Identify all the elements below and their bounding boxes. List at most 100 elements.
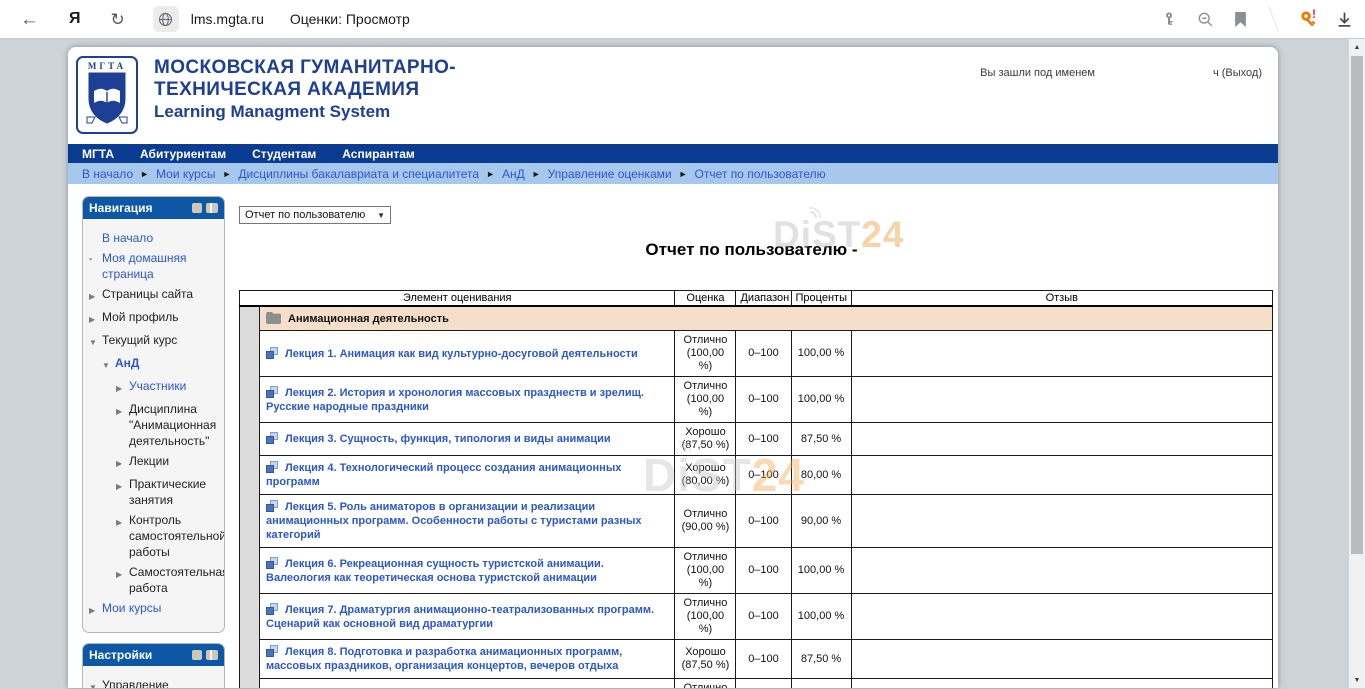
grade-item-link[interactable]: Лекция 7. Драматургия анимационно-театра… bbox=[266, 604, 654, 630]
feedback-cell bbox=[851, 548, 1272, 594]
lesson-icon bbox=[266, 688, 278, 689]
settings-block-title: Настройки bbox=[89, 648, 152, 662]
scroll-up-button[interactable]: ▲ bbox=[1349, 39, 1365, 55]
sidebar-item-discipline[interactable]: ▶Дисциплина "Анимационная деятельность" bbox=[89, 401, 220, 449]
sidebar-item-participants[interactable]: ▶Участники bbox=[89, 378, 220, 397]
feedback-cell bbox=[851, 495, 1272, 548]
sidebar-item-practice[interactable]: ▶Практические занятия bbox=[89, 476, 220, 508]
academy-crest-icon bbox=[85, 71, 129, 125]
grade-item-link[interactable]: Лекция 6. Рекреационная сущность туристс… bbox=[266, 558, 604, 584]
lesson-icon bbox=[266, 347, 278, 359]
grade-item-link[interactable]: Лекция 2. История и хронология массовых … bbox=[266, 387, 644, 413]
grade-item-link[interactable]: Лекция 5. Роль аниматоров в организации … bbox=[266, 501, 642, 541]
back-icon[interactable]: ← bbox=[20, 10, 39, 29]
academy-logo[interactable]: МГТА bbox=[76, 56, 138, 134]
navbar-item-aspirantam[interactable]: Аспирантам bbox=[342, 147, 415, 161]
sidebar-item-lectures[interactable]: ▶Лекции bbox=[89, 453, 220, 472]
sidebar-item-self-control[interactable]: ▶Контроль самостоятельной работы bbox=[89, 512, 220, 560]
sidebar-item-site-pages[interactable]: ▶Страницы сайта bbox=[89, 286, 220, 305]
password-key-icon[interactable] bbox=[1161, 11, 1177, 27]
bookmark-icon[interactable] bbox=[1234, 12, 1247, 27]
range-cell: 0–100 bbox=[736, 495, 791, 548]
grade-item-link[interactable]: Лекция 4. Технологический процесс создан… bbox=[266, 462, 621, 488]
address-url[interactable]: lms.mgta.ru bbox=[191, 11, 264, 27]
sidebar-item-label: Текущий курс bbox=[102, 332, 177, 351]
sidebar-item-label: В начало bbox=[102, 230, 153, 246]
grade-cell: Хорошо(80,00 %) bbox=[675, 456, 736, 495]
table-row: Лекция 4. Технологический процесс создан… bbox=[240, 456, 1273, 495]
navbar-item-studentam[interactable]: Студентам bbox=[252, 147, 316, 161]
breadcrumb-home[interactable]: В начало bbox=[82, 167, 133, 181]
range-cell: 0–100 bbox=[736, 594, 791, 640]
breadcrumb-disciplines[interactable]: Дисциплины бакалавриата и специалитета bbox=[238, 167, 479, 181]
sidebar-item-my-courses[interactable]: ▶Мои курсы bbox=[89, 600, 220, 619]
sidebar-item-and-course[interactable]: ▼АнД bbox=[89, 355, 220, 374]
indent-cell bbox=[240, 377, 260, 423]
chevron-right-icon: ▶ bbox=[89, 600, 102, 619]
settings-block-header: Настройки bbox=[83, 644, 224, 666]
sidebar-item-self-work[interactable]: ▶Самостоятельная работа bbox=[89, 564, 220, 596]
header-feedback: Отзыв bbox=[851, 291, 1272, 307]
navbar-item-abiturientam[interactable]: Абитуриентам bbox=[140, 147, 226, 161]
chevron-down-icon: ▼ bbox=[102, 355, 115, 374]
page-search-icon[interactable] bbox=[1197, 11, 1214, 28]
grade-cell: Отлично(90,00 %) bbox=[675, 495, 736, 548]
scrollbar-thumb[interactable] bbox=[1351, 56, 1363, 554]
breadcrumb-separator-icon: ► bbox=[532, 169, 541, 179]
table-row: Лекция 8. Подготовка и разработка анимац… bbox=[240, 640, 1273, 679]
watermark-signal-arcs bbox=[807, 206, 823, 218]
report-type-select[interactable]: Отчет по пользователю ▼ bbox=[239, 206, 391, 224]
breadcrumb-course[interactable]: АнД bbox=[502, 167, 525, 181]
sidebar-item-my-home[interactable]: ▪Моя домашняя страница bbox=[89, 250, 220, 282]
settings-block-body: ▼Управление оценками ▦Обзорный отчет ▦От… bbox=[83, 666, 224, 688]
scrollbar[interactable]: ▲ ▼ bbox=[1349, 39, 1365, 688]
academy-title-line2: ТЕХНИЧЕСКАЯ АКАДЕМИЯ bbox=[154, 79, 456, 101]
sidebar-item-label: Мои курсы bbox=[102, 600, 161, 619]
main-navbar: МГТА Абитуриентам Студентам Аспирантам bbox=[68, 144, 1278, 163]
percent-cell: 100,00 % bbox=[791, 377, 851, 423]
chevron-down-icon: ▼ bbox=[89, 677, 102, 688]
sidebar-item-label: Мой профиль bbox=[102, 309, 179, 328]
grade-item-link[interactable]: Лекция 8. Подготовка и разработка анимац… bbox=[266, 646, 622, 672]
header-percent: Проценты bbox=[791, 291, 851, 307]
site-globe-icon[interactable] bbox=[153, 6, 179, 32]
sidebar-item-my-profile[interactable]: ▶Мой профиль bbox=[89, 309, 220, 328]
grade-cell: Хорошо(87,50 %) bbox=[675, 640, 736, 679]
collapse-block-icon[interactable] bbox=[192, 650, 202, 660]
password-alert-icon[interactable]: ! bbox=[1300, 10, 1316, 28]
sidebar-item-current-course[interactable]: ▼Текущий курс bbox=[89, 332, 220, 351]
logout-link[interactable]: (Выход) bbox=[1222, 67, 1262, 79]
grade-item-link[interactable]: Лекция 3. Сущность, функция, типология и… bbox=[285, 433, 611, 445]
dock-block-icon[interactable] bbox=[206, 203, 218, 213]
grade-item-link[interactable]: Лекция 1. Анимация как вид культурно-дос… bbox=[285, 348, 638, 360]
chevron-right-icon: ▶ bbox=[116, 378, 129, 397]
table-row: Лекция 5. Роль аниматоров в организации … bbox=[240, 495, 1273, 548]
breadcrumb-user-report[interactable]: Отчет по пользователю bbox=[695, 167, 826, 181]
sidebar-item-home[interactable]: В начало bbox=[89, 230, 220, 246]
percent-cell: 100,00 % bbox=[791, 679, 851, 689]
sidebar-item-grade-admin[interactable]: ▼Управление оценками bbox=[89, 677, 220, 688]
breadcrumb-separator-icon: ► bbox=[222, 169, 231, 179]
range-cell: 0–100 bbox=[736, 456, 791, 495]
scroll-down-button[interactable]: ▼ bbox=[1349, 672, 1365, 688]
browser-toolbar: ← Я ↻ lms.mgta.ru Оценки: Просмотр ! bbox=[0, 0, 1365, 39]
dock-block-icon[interactable] bbox=[206, 650, 218, 660]
chevron-right-icon: ▶ bbox=[116, 564, 129, 596]
category-cell: Анимационная деятельность bbox=[260, 306, 1273, 331]
yandex-browser-icon[interactable]: Я bbox=[69, 11, 81, 27]
navbar-item-mgta[interactable]: МГТА bbox=[82, 147, 114, 161]
lesson-icon bbox=[266, 432, 278, 444]
breadcrumb-separator-icon: ► bbox=[679, 169, 688, 179]
sidebar-item-label: Контроль самостоятельной работы bbox=[129, 512, 225, 560]
sidebar-item-label: Самостоятельная работа bbox=[129, 564, 225, 596]
refresh-icon[interactable]: ↻ bbox=[111, 11, 125, 28]
feedback-cell bbox=[851, 456, 1272, 495]
collapse-block-icon[interactable] bbox=[192, 203, 202, 213]
breadcrumb-grade-admin[interactable]: Управление оценками bbox=[548, 167, 672, 181]
sidebar-item-label: АнД bbox=[115, 355, 139, 374]
breadcrumb-my-courses[interactable]: Мои курсы bbox=[156, 167, 215, 181]
feedback-cell bbox=[851, 640, 1272, 679]
download-icon[interactable] bbox=[1336, 11, 1353, 28]
percent-cell: 87,50 % bbox=[791, 640, 851, 679]
navigation-block: Навигация В начало ▪Моя домашняя страниц… bbox=[82, 196, 225, 633]
